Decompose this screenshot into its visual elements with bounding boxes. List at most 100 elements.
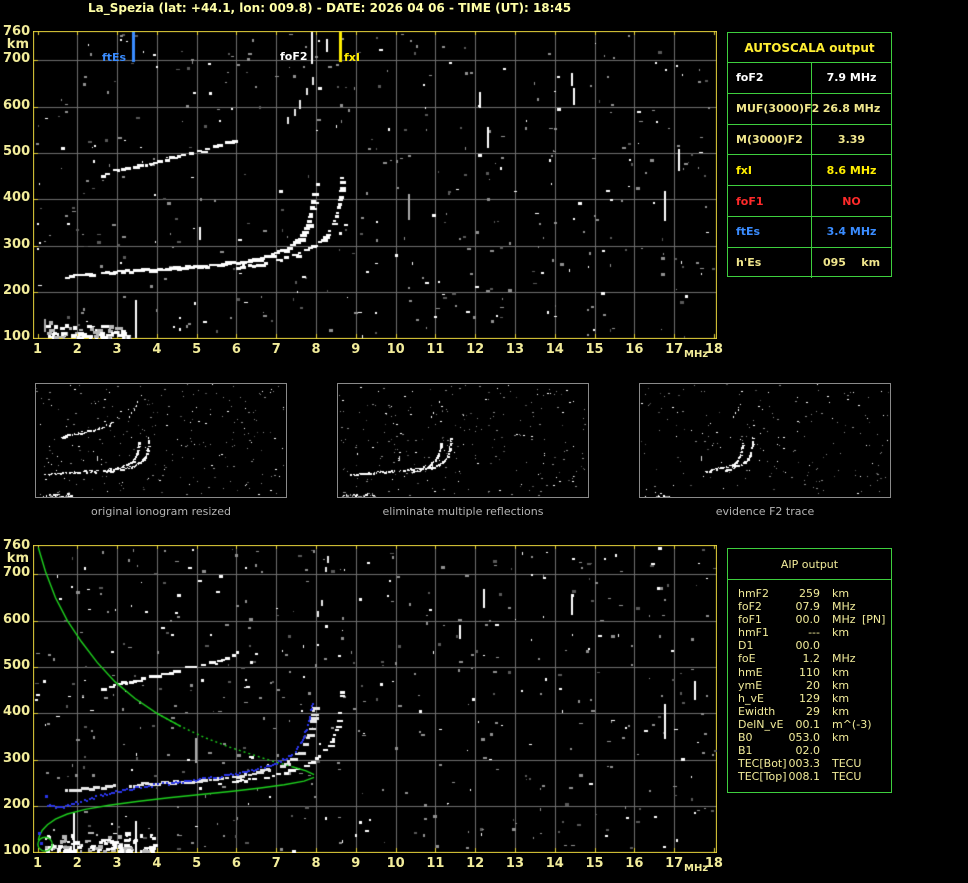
y-axis-label-600-0: 600 — [3, 97, 31, 113]
aip-param: foF1 — [738, 613, 762, 627]
aip-row-ymE: ymE 20 km — [728, 679, 891, 692]
aip-row-foF1: foF1 00.0 MHz [PN] — [728, 613, 891, 626]
aip-value: 1.2 — [802, 652, 821, 666]
x-axis-label-5-1: 5 — [192, 856, 202, 871]
aip-value: 110 — [799, 665, 820, 679]
foF2-marker-label: foF2 — [280, 50, 308, 63]
x-axis-label-5-0: 5 — [192, 342, 202, 357]
aip-value: 053.0 — [788, 731, 821, 745]
thumbnail-original-ionogram — [35, 383, 287, 498]
aip-value: 259 — [799, 587, 820, 600]
aip-row-hmF2: hmF2 259 km — [728, 587, 891, 600]
aip-row-foF2: foF2 07.9 MHz — [728, 600, 891, 613]
aip-row-hmF1: hmF1 --- km — [728, 626, 891, 639]
aip-value: 003.3 — [788, 757, 821, 771]
aip-param: ymE — [738, 678, 763, 692]
aip-value: 29 — [806, 704, 820, 718]
autoscala-value-M3000: 3.39 — [837, 132, 866, 146]
aip-table-title: AIP output — [728, 549, 891, 580]
autoscala-value-hEs: 095 km — [822, 256, 881, 270]
y-axis-label-600-1: 600 — [3, 611, 31, 627]
x-axis-label-9-0: 9 — [351, 342, 361, 357]
thumbnail-caption-eliminate: eliminate multiple reflections — [382, 505, 544, 518]
aip-row-Ewidth: Ewidth 29 km — [728, 705, 891, 718]
y-axis-label-700-1: 700 — [3, 565, 31, 581]
x-axis-label-16-0: 16 — [625, 342, 644, 357]
autoscala-param-fxI: fxI — [728, 155, 812, 186]
aip-param: foE — [738, 652, 756, 666]
autoscala-row-foF2: foF2 7.9 MHz — [728, 63, 891, 94]
aip-value: 00.0 — [795, 639, 821, 653]
autoscala-row-MUF: MUF(3000)F2 26.8 MHz — [728, 93, 891, 125]
autoscala-param-foF2: foF2 — [728, 63, 812, 93]
aip-row-B1: B1 02.0 — [728, 744, 891, 757]
aip-row-B0: B0 053.0 km — [728, 731, 891, 744]
aip-unit: km — [832, 691, 850, 705]
autoscala-param-hEs: h'Es — [728, 247, 812, 278]
main-ionogram-plot: ftEs foF2 fxI — [33, 31, 717, 339]
thumbnail-caption-original: original ionogram resized — [91, 505, 231, 518]
aip-unit: km — [832, 704, 850, 718]
aip-row-TEC[Bot]: TEC[Bot] 003.3 TECU — [728, 757, 891, 770]
x-axis-label-7-1: 7 — [271, 856, 281, 871]
aip-param: foF2 — [738, 600, 762, 614]
aip-param: h_vE — [738, 691, 764, 705]
x-axis-label-12-1: 12 — [466, 856, 485, 871]
thumbnail-evidence-canvas — [640, 384, 890, 497]
aip-row-D1: D1 00.0 — [728, 639, 891, 652]
aip-param: DelN_vE — [738, 717, 784, 731]
autoscala-param-MUF: MUF(3000)F2 — [728, 93, 819, 124]
autoscala-value-MUF: 26.8 MHz — [822, 102, 881, 116]
aip-unit: km — [832, 665, 850, 679]
aip-unit: TECU — [832, 757, 862, 771]
x-axis-label-9-1: 9 — [351, 856, 361, 871]
x-axis-label-13-1: 13 — [505, 856, 525, 871]
x-axis-label-3-1: 3 — [112, 856, 122, 871]
autoscala-param-M3000: M(3000)F2 — [728, 124, 812, 155]
y-axis-label-760-0: 760 — [3, 23, 31, 39]
aip-row-DelN_vE: DelN_vE 00.1 m^(-3) — [728, 718, 891, 731]
autoscala-param-foF1: foF1 — [728, 186, 812, 216]
x-axis-label-8-0: 8 — [311, 342, 321, 357]
autoscala-row-ftEs: ftEs 3.4 MHz — [728, 216, 891, 248]
aip-extra: [PN] — [862, 613, 886, 627]
thumbnail-caption-evidence: evidence F2 trace — [715, 505, 815, 518]
aip-unit: km — [832, 731, 850, 745]
autoscala-value-ftEs: 3.4 MHz — [826, 225, 877, 239]
x-axis-label-1-1: 1 — [32, 856, 43, 871]
x-axis-label-12-0: 12 — [466, 342, 485, 357]
aip-unit: TECU — [832, 770, 862, 784]
autoscala-value-foF1: NO — [842, 194, 861, 208]
x-axis-label-4-1: 4 — [152, 856, 162, 871]
y-axis-label-200-1: 200 — [3, 797, 31, 813]
aip-param: D1 — [738, 639, 754, 653]
autoscala-table-title: AUTOSCALA output — [728, 33, 891, 63]
x-axis-label-11-0: 11 — [426, 342, 445, 357]
y-axis-label-300-1: 300 — [3, 750, 31, 766]
x-axis-unit-0: MHz — [684, 349, 709, 360]
autoscala-screen: La_Spezia (lat: +44.1, lon: 009.8) - DAT… — [0, 0, 968, 883]
x-axis-label-6-0: 6 — [231, 342, 241, 357]
aip-row-hmE: hmE 110 km — [728, 666, 891, 679]
x-axis-label-1-0: 1 — [32, 342, 43, 357]
aip-value: --- — [808, 626, 820, 640]
autoscala-row-fxI: fxI 8.6 MHz — [728, 155, 891, 187]
x-axis-label-2-1: 2 — [72, 856, 82, 871]
aip-output-table: AIP output hmF2 259 km foF2 07.9 MHz foF1 00.0 M… — [727, 548, 892, 793]
x-axis-label-7-0: 7 — [271, 342, 281, 357]
y-axis-label-200-0: 200 — [3, 283, 31, 299]
aip-param: Ewidth — [738, 704, 776, 718]
x-axis-label-11-1: 11 — [426, 856, 445, 871]
autoscala-value-foF2: 7.9 MHz — [826, 71, 877, 85]
x-axis-label-10-1: 10 — [386, 856, 405, 871]
x-axis-unit-1: MHz — [684, 863, 709, 874]
aip-param: B0 — [738, 731, 753, 745]
aip-unit: m^(-3) — [832, 717, 872, 731]
thumbnail-original-canvas — [36, 384, 286, 497]
y-axis-label-500-0: 500 — [3, 144, 31, 160]
y-axis-label-400-1: 400 — [3, 704, 31, 720]
autoscala-row-hEs: h'Es 095 km — [728, 247, 891, 278]
x-axis-label-14-0: 14 — [545, 342, 564, 357]
x-axis-label-10-0: 10 — [386, 342, 405, 357]
x-axis-label-2-0: 2 — [72, 342, 82, 357]
